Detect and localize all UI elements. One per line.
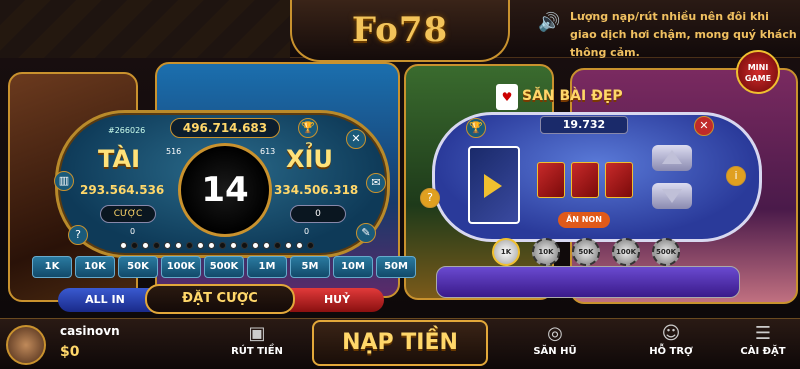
chip-50k[interactable]: 50K	[118, 256, 158, 278]
chip-1m[interactable]: 1M	[247, 256, 287, 278]
taixiu-panel: #266026 496.714.683 TÀI XỈU 516 613 293.…	[54, 110, 390, 258]
chip-1k[interactable]: 1K	[32, 256, 72, 278]
card-back	[537, 162, 565, 198]
history-dot	[142, 242, 149, 249]
deposit-button[interactable]: NẠP TIỀN	[312, 320, 488, 366]
history-dot	[274, 242, 281, 249]
jackpot-value: 496.714.683	[170, 118, 280, 138]
jackpot-label: SĂN HŨ	[533, 346, 577, 357]
xiu-total: 334.506.318	[274, 183, 359, 197]
sanbai-chip-100k[interactable]: 100K	[612, 238, 640, 266]
play-icon	[484, 174, 502, 198]
history-dot	[230, 242, 237, 249]
help-icon[interactable]: ?	[420, 188, 440, 208]
trophy-icon[interactable]: 🏆	[298, 118, 318, 138]
support-label: HỖ TRỢ	[649, 346, 693, 357]
history-dot	[175, 242, 182, 249]
edit-icon[interactable]: ✎	[356, 223, 376, 243]
arrow-up-button[interactable]	[652, 145, 692, 171]
sanbai-chip-10k[interactable]: 10K	[532, 238, 560, 266]
wallet-icon: ▣	[248, 323, 266, 344]
mini-game-button[interactable]: MINI GAME	[736, 50, 780, 94]
info-icon[interactable]: i	[726, 166, 746, 186]
history-dot	[120, 242, 127, 249]
support-button[interactable]: ☺ HỖ TRỢ	[636, 322, 706, 357]
settings-button[interactable]: ☰ CÀI ĐẶT	[728, 322, 798, 357]
help-icon[interactable]: ?	[68, 225, 88, 245]
sanbai-chip-1k[interactable]: 1K	[492, 238, 520, 266]
chip-100k[interactable]: 100K	[161, 256, 201, 278]
history-dot	[241, 242, 248, 249]
all-in-button[interactable]: ALL IN	[58, 288, 152, 312]
countdown-timer: 14	[178, 143, 272, 237]
withdraw-button[interactable]: ▣ RÚT TIỀN	[222, 322, 292, 357]
history-dots[interactable]	[120, 242, 314, 249]
chat-icon[interactable]: ✉	[366, 173, 386, 193]
card-back	[605, 162, 633, 198]
xiu-my-bet: 0	[304, 227, 310, 236]
history-dot	[219, 242, 226, 249]
sanbai-chips: 1K 10K 50K 100K 500K	[492, 238, 680, 266]
main-card[interactable]	[468, 146, 520, 224]
withdraw-label: RÚT TIỀN	[231, 346, 283, 357]
sanbai-chip-50k[interactable]: 50K	[572, 238, 600, 266]
history-dot	[307, 242, 314, 249]
tai-label: TÀI	[98, 145, 141, 173]
support-icon: ☺	[661, 323, 681, 344]
chip-5m[interactable]: 5M	[290, 256, 330, 278]
logo-plate: Fo78	[290, 0, 510, 62]
chip-10m[interactable]: 10M	[333, 256, 373, 278]
sanbai-value: 19.732	[540, 116, 628, 134]
speaker-icon: 🔊	[538, 12, 561, 33]
chip-500k[interactable]: 500K	[204, 256, 244, 278]
username: casinovn	[60, 324, 120, 338]
xiu-bet-input[interactable]: 0	[290, 205, 346, 223]
mini-game-label-1: MINI	[747, 63, 769, 72]
top-bar-decoration-left	[0, 0, 290, 58]
close-icon[interactable]: ✕	[694, 116, 714, 136]
history-dot	[197, 242, 204, 249]
history-dot	[164, 242, 171, 249]
history-dot	[186, 242, 193, 249]
sanbai-history-bar	[436, 266, 740, 298]
chip-10k[interactable]: 10K	[75, 256, 115, 278]
history-dot	[208, 242, 215, 249]
sanbai-title: SĂN BÀI ĐẸP	[522, 88, 623, 104]
settings-label: CÀI ĐẶT	[740, 346, 786, 357]
bet-chips: 1K 10K 50K 100K 500K 1M 5M 10M 50M	[32, 256, 416, 278]
tai-my-bet: 0	[130, 227, 136, 236]
history-dot	[252, 242, 259, 249]
auto-button[interactable]: ĂN NON	[558, 212, 610, 228]
arrow-down-button[interactable]	[652, 183, 692, 209]
jackpot-icon: ◎	[547, 323, 563, 344]
chart-icon[interactable]: ▥	[54, 171, 74, 191]
jackpot-button[interactable]: ◎ SĂN HŨ	[520, 322, 590, 357]
mini-game-label-2: GAME	[744, 74, 772, 83]
xiu-player-count: 613	[260, 147, 276, 156]
history-dot	[131, 242, 138, 249]
avatar[interactable]	[6, 325, 46, 365]
history-dot	[263, 242, 270, 249]
place-bet-button[interactable]: ĐẶT CƯỢC	[145, 284, 295, 314]
tai-player-count: 516	[166, 147, 182, 156]
close-icon[interactable]: ✕	[346, 129, 366, 149]
menu-icon: ☰	[754, 323, 772, 344]
xiu-label: XỈU	[286, 145, 333, 173]
tai-total: 293.564.536	[80, 183, 165, 197]
trophy-icon[interactable]: 🏆	[466, 118, 486, 138]
cancel-button[interactable]: HUỶ	[290, 288, 384, 312]
logo: Fo78	[351, 10, 449, 50]
sanbai-chip-500k[interactable]: 500K	[652, 238, 680, 266]
chip-50m[interactable]: 50M	[376, 256, 416, 278]
cards-icon: ♥	[496, 84, 518, 110]
card-back	[571, 162, 599, 198]
history-dot	[296, 242, 303, 249]
session-id: #266026	[108, 126, 146, 135]
history-dot	[153, 242, 160, 249]
balance: $0	[60, 344, 80, 360]
history-dot	[285, 242, 292, 249]
tai-bet-input[interactable]: CƯỢC	[100, 205, 156, 223]
